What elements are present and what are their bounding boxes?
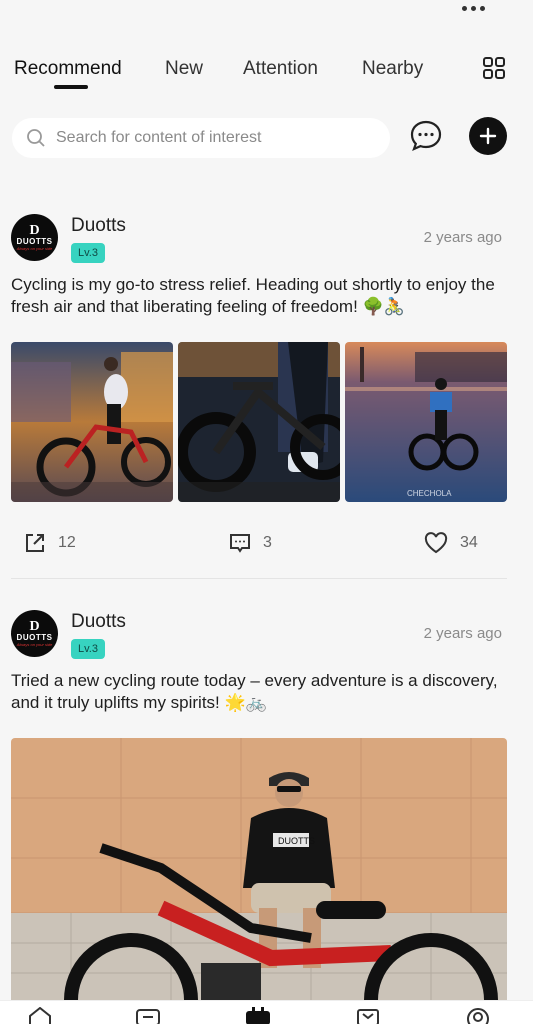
username[interactable]: Duotts (71, 215, 126, 237)
plus-icon (479, 127, 497, 145)
search-icon (27, 129, 45, 147)
share-button[interactable]: 12 (24, 532, 76, 554)
level-badge: Lv.3 (71, 243, 105, 263)
share-count: 12 (58, 534, 76, 551)
comment-icon (230, 534, 250, 553)
like-count: 34 (460, 534, 478, 551)
post-card[interactable]: D DUOTTS Always on your side Duotts Lv.3… (0, 604, 533, 1000)
active-tab-indicator (54, 85, 88, 89)
add-post-button[interactable] (469, 117, 507, 155)
top-bar (0, 0, 533, 30)
post-photo[interactable] (11, 342, 173, 502)
avatar-logo-mark: D (29, 618, 40, 634)
chat-bubble-icon[interactable] (408, 118, 444, 154)
tab-bar: Recommend New Attention Nearby (0, 52, 533, 92)
search-row (0, 116, 533, 160)
level-badge: Lv.3 (71, 639, 105, 659)
post-photo[interactable]: DUOTTS (11, 738, 507, 1000)
shirt-text: DUOTTS (278, 836, 315, 846)
comment-button[interactable]: 3 (229, 532, 272, 554)
heart-icon (424, 532, 448, 554)
community-icon[interactable] (244, 1007, 272, 1024)
post-divider (11, 578, 507, 579)
photo-watermark: CHECHOLA (407, 489, 452, 498)
avatar[interactable]: D DUOTTS Always on your side (11, 610, 58, 657)
message-icon[interactable] (134, 1007, 162, 1024)
profile-icon[interactable] (464, 1007, 492, 1024)
avatar-tagline: Always on your side (16, 245, 53, 251)
post-actions: 12 3 34 (0, 532, 533, 562)
tab-nearby[interactable]: Nearby (362, 58, 423, 80)
more-horizontal-icon[interactable] (462, 6, 485, 11)
home-icon[interactable] (26, 1007, 54, 1024)
tab-recommend[interactable]: Recommend (14, 58, 122, 80)
post-photo[interactable] (178, 342, 340, 502)
username[interactable]: Duotts (71, 611, 126, 633)
search-input[interactable] (56, 129, 376, 147)
avatar-tagline: Always on your side (16, 641, 53, 647)
cart-icon[interactable] (354, 1007, 382, 1024)
grid-icon[interactable] (482, 56, 506, 80)
avatar-logo-mark: D (29, 222, 40, 238)
tab-attention[interactable]: Attention (243, 58, 318, 80)
like-button[interactable]: 34 (424, 532, 478, 554)
post-photo[interactable]: CHECHOLA (345, 342, 507, 502)
avatar-brand: DUOTTS (16, 632, 53, 642)
tab-new[interactable]: New (165, 58, 203, 80)
post-time: 2 years ago (423, 229, 502, 246)
post-text: Cycling is my go-to stress relief. Headi… (11, 275, 495, 316)
avatar[interactable]: D DUOTTS Always on your side (11, 214, 58, 261)
comment-count: 3 (263, 534, 272, 551)
post-text: Tried a new cycling route today – every … (11, 671, 498, 712)
share-icon (26, 534, 44, 552)
bottom-navigation (0, 1000, 533, 1024)
post-time: 2 years ago (423, 625, 502, 642)
post-card[interactable]: D DUOTTS Always on your side Duotts Lv.3… (0, 208, 533, 588)
avatar-brand: DUOTTS (16, 236, 53, 246)
search-bar[interactable] (12, 118, 390, 158)
